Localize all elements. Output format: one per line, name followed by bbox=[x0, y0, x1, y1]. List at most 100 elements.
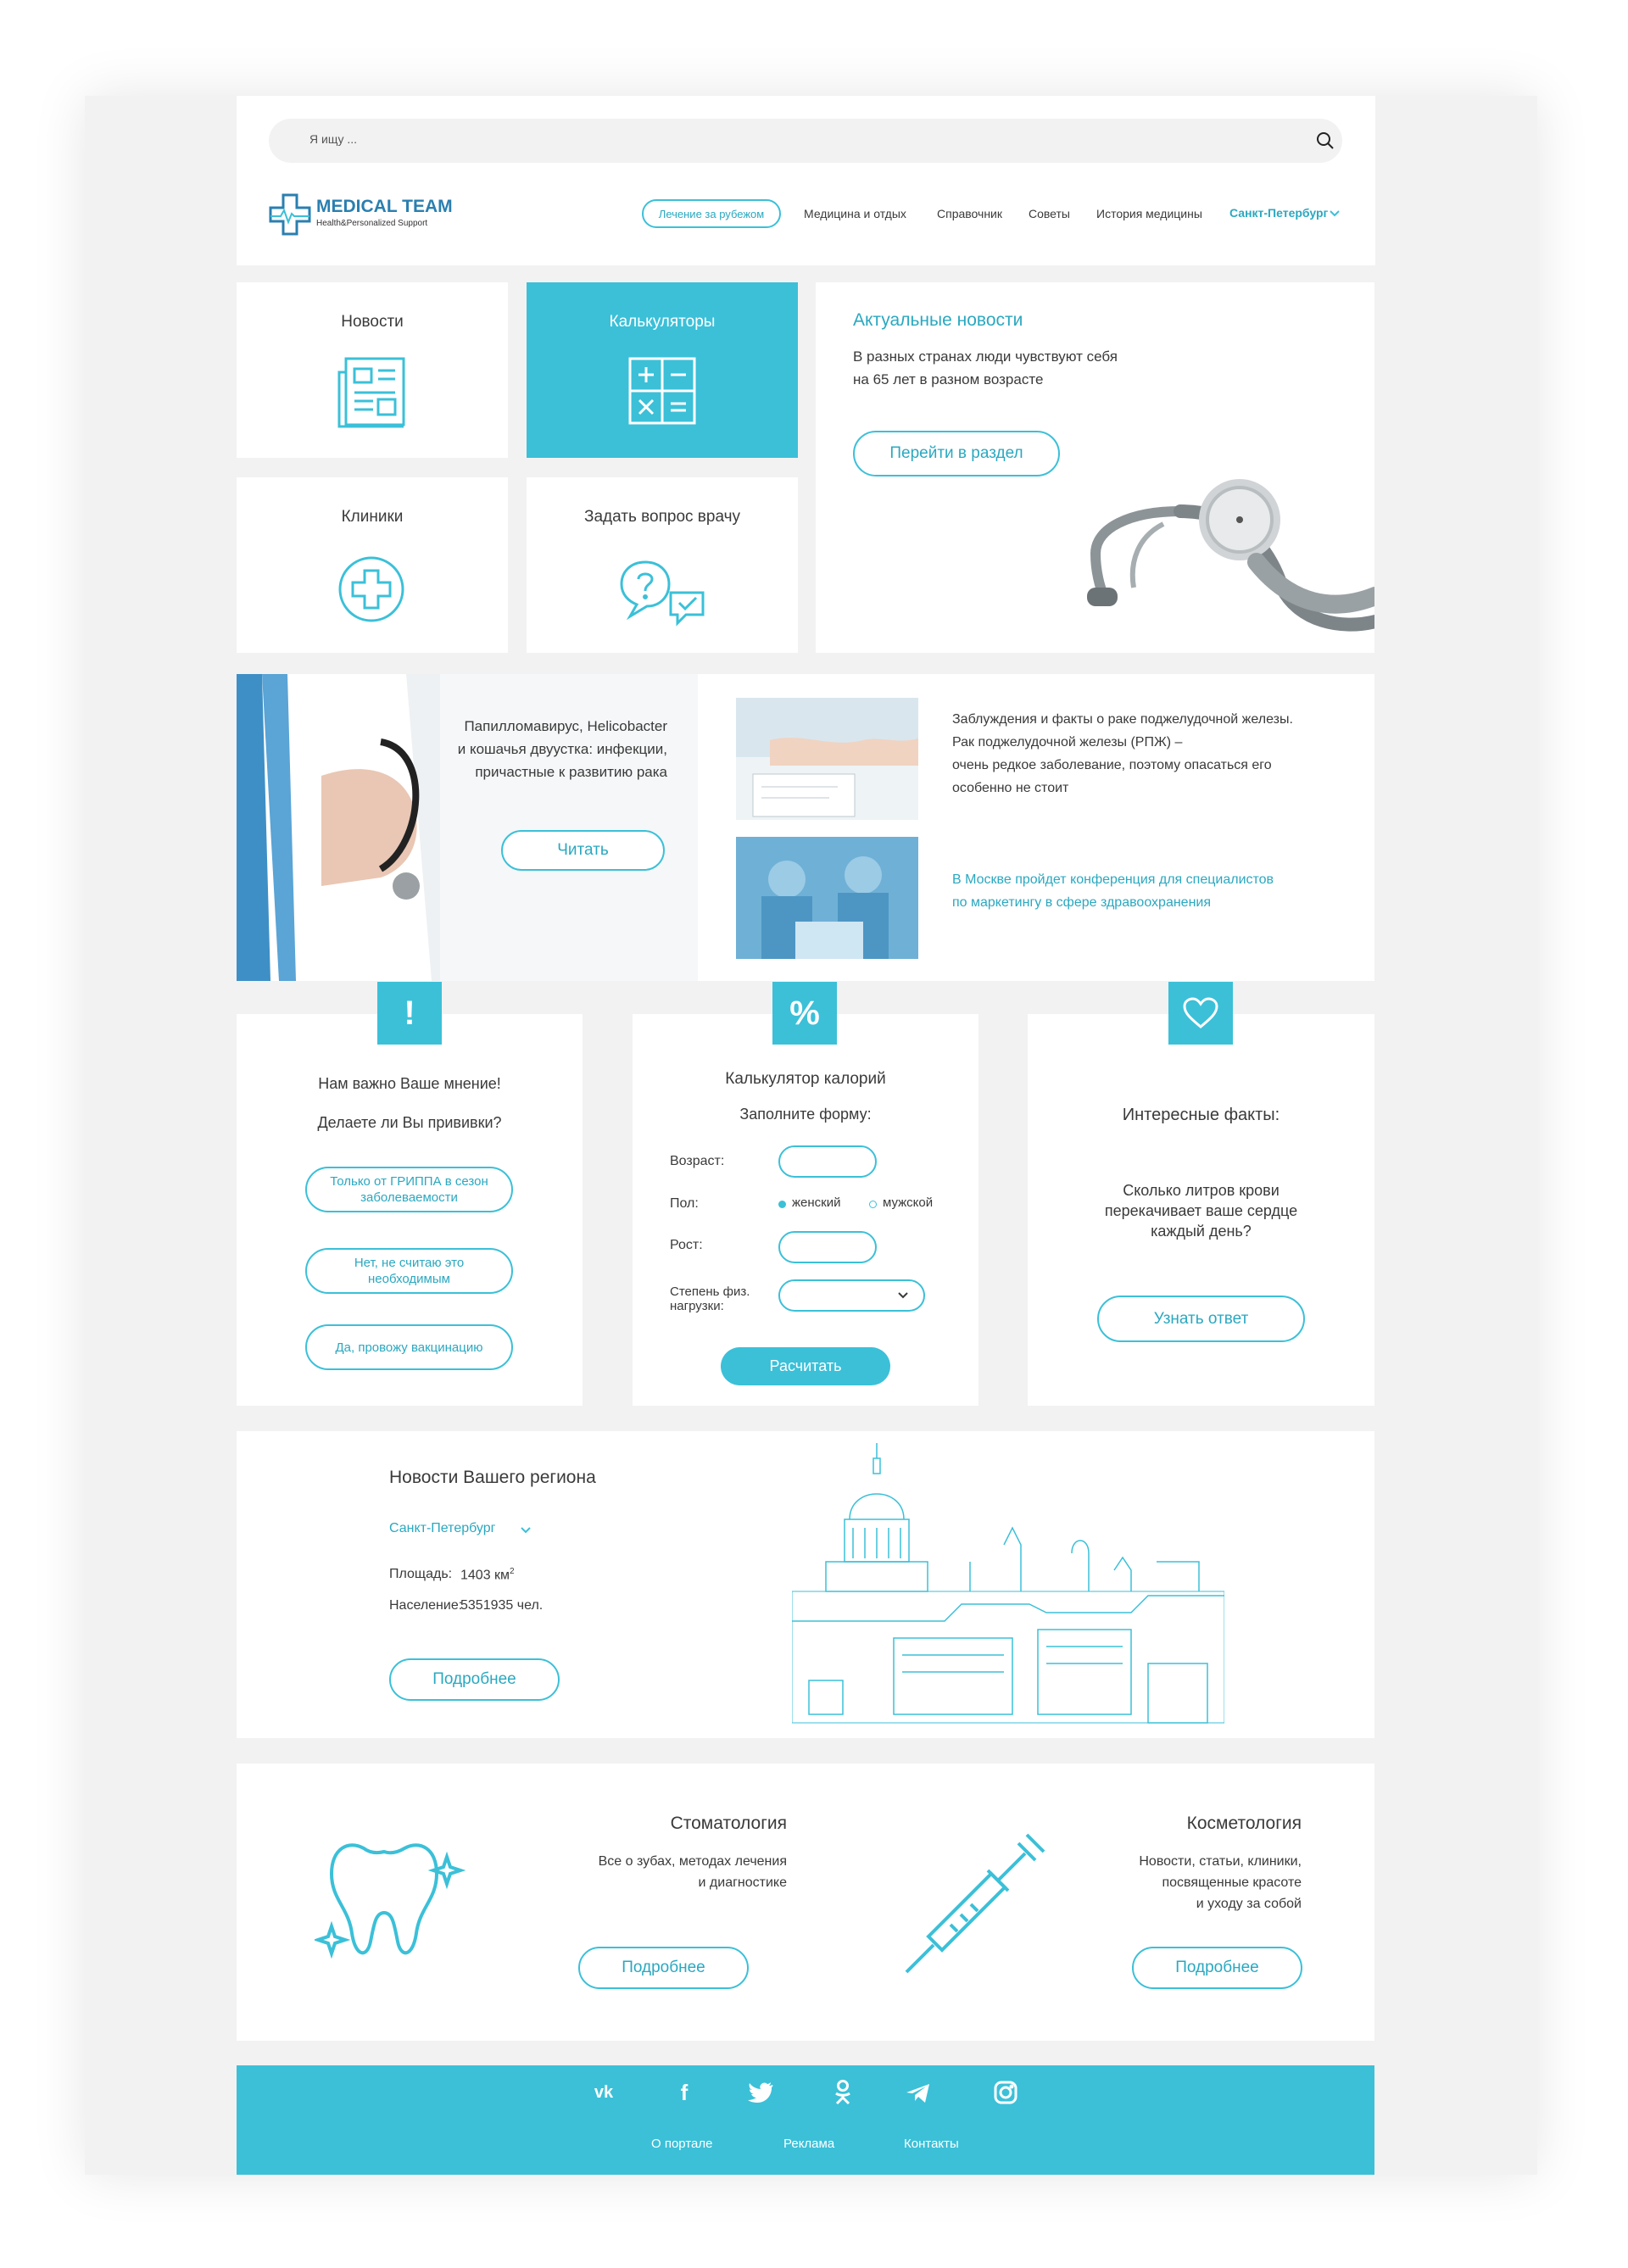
population-label: Население: bbox=[389, 1598, 463, 1613]
doctor-photo bbox=[237, 674, 440, 981]
poll-option-flu-label: Только от ГРИППА в сезон заболеваемости bbox=[330, 1174, 488, 1205]
get-answer-label: Узнать ответ bbox=[1153, 1309, 1249, 1328]
odnoklassniki-icon[interactable] bbox=[834, 2079, 852, 2106]
calculate-button[interactable]: Расчитать bbox=[721, 1347, 890, 1385]
tile-clinics[interactable]: Клиники bbox=[237, 477, 508, 653]
news-item-2-line2: по маркетингу в сфере здравоохранения bbox=[952, 895, 1212, 910]
poll-option-yes-label: Да, провожу вакцинацию bbox=[335, 1340, 483, 1355]
chevron-down-icon[interactable] bbox=[1329, 209, 1341, 218]
dental-line1: Все о зубах, методах лечения bbox=[598, 1854, 787, 1869]
footer-link-about[interactable]: О портале bbox=[651, 2137, 712, 2151]
dental-more-label: Подробнее bbox=[622, 1959, 705, 1976]
dental-title: Стоматология bbox=[670, 1814, 787, 1833]
article-line2: и кошачья двуустка: инфекции, bbox=[457, 741, 667, 757]
facts-question-line1: Сколько литров крови bbox=[1123, 1182, 1280, 1199]
tile-calculators-title: Калькуляторы bbox=[609, 313, 716, 331]
instagram-icon[interactable] bbox=[994, 2081, 1018, 2104]
percent-icon: % bbox=[772, 982, 837, 1045]
sex-female-label[interactable]: женский bbox=[792, 1195, 840, 1210]
city-selector[interactable]: Санкт-Петербург bbox=[1229, 206, 1328, 220]
activity-select[interactable] bbox=[778, 1279, 925, 1312]
region-title: Новости Вашего региона bbox=[389, 1468, 596, 1487]
poll-title: Нам важно Ваше мнение! bbox=[318, 1075, 501, 1092]
cosmo-line1: Новости, статьи, клиники, bbox=[1139, 1854, 1302, 1869]
tile-ask-title: Задать вопрос врачу bbox=[583, 508, 741, 526]
poll-option-yes[interactable]: Да, провожу вакцинацию bbox=[305, 1324, 513, 1370]
news-thumbnail-handshake[interactable] bbox=[736, 698, 918, 820]
services-card: Стоматология Все о зубах, методах лечени… bbox=[237, 1764, 1374, 2041]
population-value: 5351935 чел. bbox=[460, 1598, 544, 1613]
tile-ask-doctor[interactable]: Задать вопрос врачу bbox=[527, 477, 798, 653]
nav-item-rest[interactable]: Медицина и отдых bbox=[804, 207, 906, 220]
cosmo-line3: и уходу за собой bbox=[1196, 1897, 1302, 1911]
area-label: Площадь: bbox=[389, 1567, 453, 1581]
footer bbox=[237, 2065, 1374, 2175]
age-input[interactable] bbox=[778, 1145, 877, 1178]
area-value: 1403 км2 bbox=[460, 1567, 515, 1583]
twitter-icon[interactable] bbox=[747, 2081, 774, 2105]
poll-option-flu[interactable]: Только от ГРИППА в сезон заболеваемости bbox=[305, 1167, 513, 1212]
news-item-2-line1: В Москве пройдет конференция для специал… bbox=[952, 872, 1274, 887]
article-line3: причастные к развитию рака bbox=[475, 764, 667, 780]
calorie-calculator: Калькулятор калорий Заполните форму: Воз… bbox=[633, 1014, 978, 1406]
area-value-number: 1403 км bbox=[460, 1568, 510, 1583]
poll-card: Нам важно Ваше мнение! Делаете ли Вы при… bbox=[237, 1014, 583, 1406]
height-input[interactable] bbox=[778, 1231, 877, 1263]
poll-option-no-label: Нет, не считаю это необходимым bbox=[354, 1256, 465, 1286]
tile-calculators[interactable]: Калькуляторы bbox=[527, 282, 798, 458]
sex-male-label[interactable]: мужской bbox=[883, 1195, 933, 1210]
go-to-section-button[interactable]: Перейти в раздел bbox=[853, 431, 1060, 476]
cosmo-more-button[interactable]: Подробнее bbox=[1132, 1947, 1302, 1989]
sex-female-radio[interactable] bbox=[778, 1201, 786, 1208]
syringe-icon bbox=[905, 1833, 1045, 1974]
news-item-1-line2: Рак поджелудочной железы (РПЖ) – bbox=[952, 735, 1183, 749]
chevron-down-icon[interactable] bbox=[897, 1291, 909, 1300]
logo-subtitle: Health&Personalized Support bbox=[316, 219, 428, 228]
saint-petersburg-sketch bbox=[792, 1443, 1224, 1724]
facts-question-line2: перекачивает ваше сердце bbox=[1104, 1202, 1298, 1219]
news-item-1-line3: очень редкое заболевание, поэтому опасат… bbox=[952, 758, 1272, 772]
tile-news[interactable]: Новости bbox=[237, 282, 508, 458]
logo[interactable]: MEDICAL TEAM Health&Personalized Support bbox=[269, 193, 464, 236]
tooth-icon bbox=[315, 1843, 466, 1959]
chevron-down-icon[interactable] bbox=[520, 1526, 532, 1535]
medical-cross-icon bbox=[338, 556, 404, 622]
poll-option-no[interactable]: Нет, не считаю это необходимым bbox=[305, 1248, 513, 1294]
search-input[interactable]: Я ищу ... bbox=[309, 132, 357, 146]
sex-male-radio[interactable] bbox=[869, 1201, 877, 1208]
nav-item-reference[interactable]: Справочник bbox=[937, 207, 1002, 220]
poll-question: Делаете ли Вы прививки? bbox=[317, 1114, 502, 1131]
calculate-button-label: Расчитать bbox=[769, 1357, 842, 1374]
calc-title: Калькулятор калорий bbox=[725, 1070, 886, 1088]
telegram-icon[interactable] bbox=[905, 2082, 932, 2104]
search-icon[interactable] bbox=[1316, 131, 1335, 150]
facts-title: Интересные факты: bbox=[1122, 1106, 1280, 1124]
calculator-icon bbox=[628, 357, 696, 425]
age-label: Возраст: bbox=[670, 1154, 725, 1168]
actual-news-text-line2: на 65 лет в разном возрасте bbox=[853, 371, 1044, 387]
exclamation-icon: ! bbox=[377, 982, 442, 1045]
go-to-section-label: Перейти в раздел bbox=[889, 444, 1023, 462]
read-button[interactable]: Читать bbox=[501, 830, 665, 871]
footer-link-contacts[interactable]: Контакты bbox=[904, 2137, 959, 2151]
exclamation-icon-glyph: ! bbox=[404, 994, 415, 1032]
search-bar[interactable]: Я ищу ... bbox=[269, 119, 1342, 163]
calc-subtitle: Заполните форму: bbox=[739, 1106, 872, 1123]
dental-line2: и диагностике bbox=[698, 1875, 787, 1890]
region-more-button[interactable]: Подробнее bbox=[389, 1658, 560, 1701]
get-answer-button[interactable]: Узнать ответ bbox=[1097, 1296, 1305, 1342]
cosmo-line2: посвященные красоте bbox=[1162, 1875, 1302, 1890]
nav-item-tips[interactable]: Советы bbox=[1029, 207, 1070, 220]
news-thumbnail-surgery[interactable] bbox=[736, 837, 918, 959]
nav-item-abroad[interactable]: Лечение за рубежом bbox=[642, 199, 781, 228]
region-city-selector[interactable]: Санкт-Петербург bbox=[389, 1521, 495, 1536]
nav-item-history[interactable]: История медицины bbox=[1096, 207, 1202, 220]
dental-more-button[interactable]: Подробнее bbox=[578, 1947, 749, 1989]
vk-icon[interactable]: vk bbox=[588, 2077, 619, 2108]
logo-title: MEDICAL TEAM bbox=[316, 197, 453, 216]
facebook-icon[interactable]: f bbox=[669, 2077, 700, 2108]
news-item-1-line1: Заблуждения и факты о раке поджелудочной… bbox=[952, 712, 1293, 727]
cosmo-more-label: Подробнее bbox=[1175, 1959, 1259, 1976]
footer-link-ads[interactable]: Реклама bbox=[783, 2137, 834, 2151]
question-chat-icon bbox=[620, 560, 705, 627]
